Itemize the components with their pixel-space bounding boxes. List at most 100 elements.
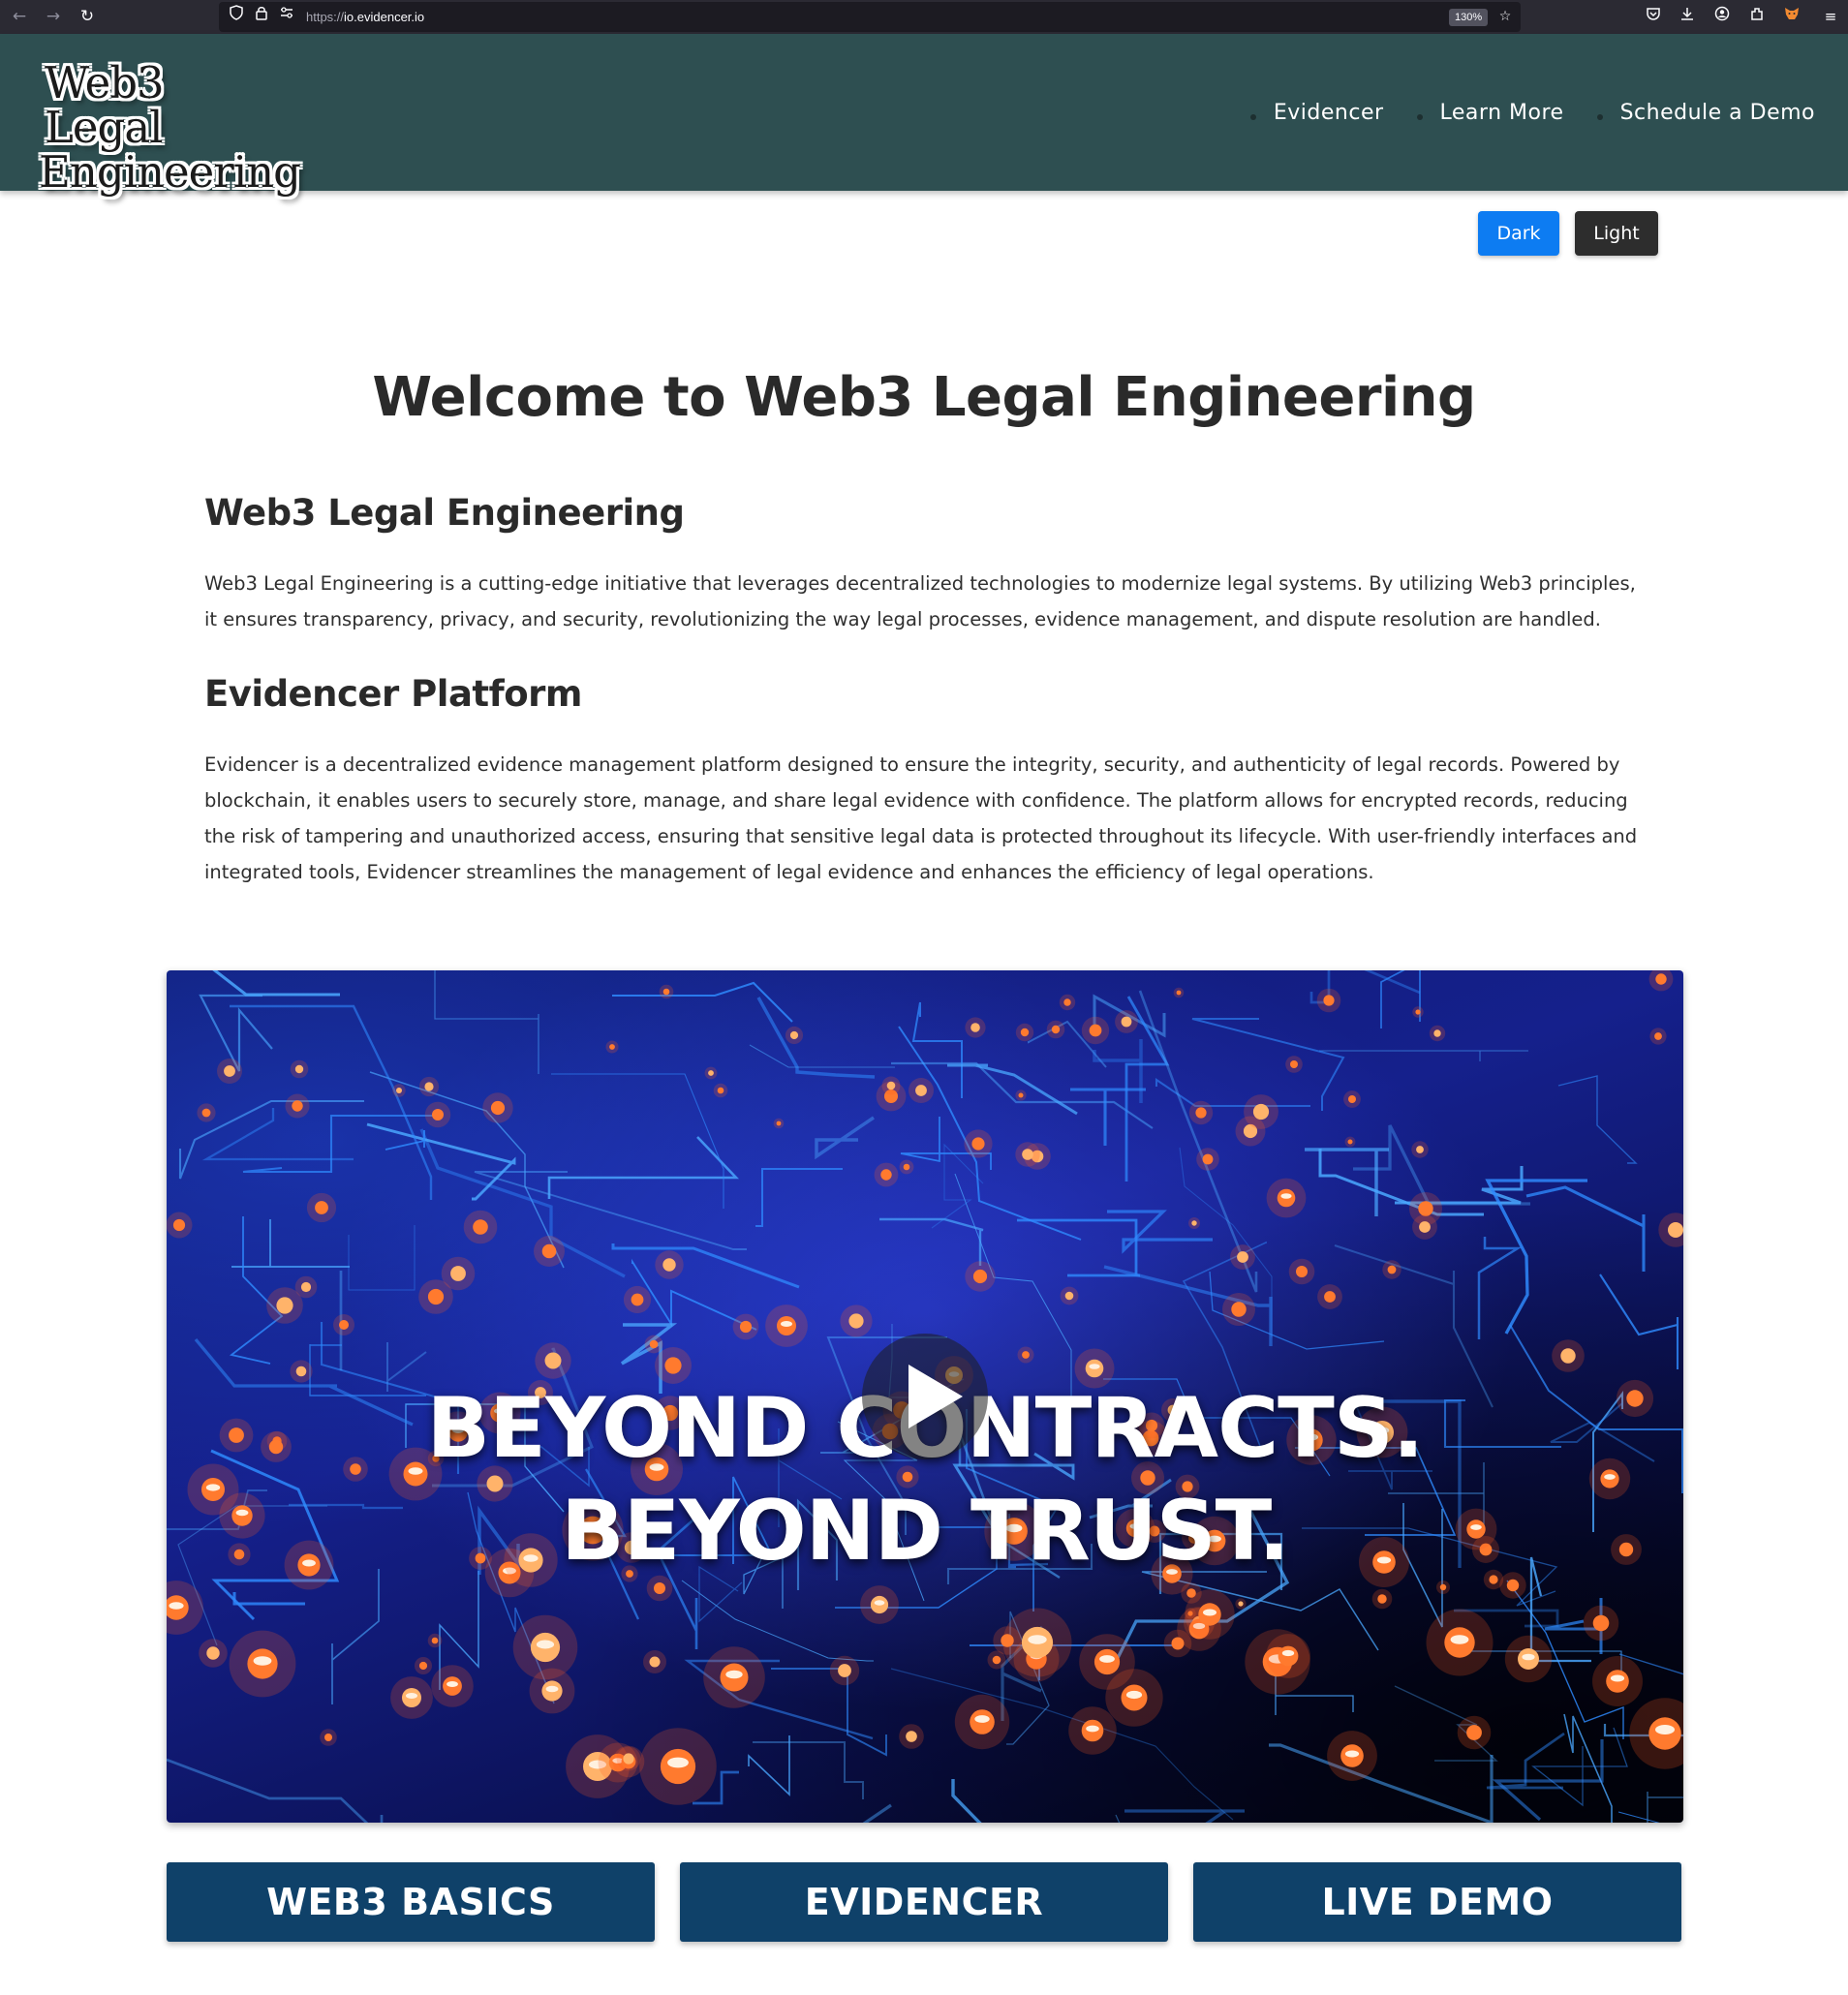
node-light xyxy=(1202,1153,1214,1165)
node-light xyxy=(609,1044,615,1050)
circuit-trace xyxy=(862,1803,892,1823)
address-bar[interactable]: https://io.evidencer.io 130% ☆ xyxy=(219,2,1521,32)
bullet-icon xyxy=(1249,114,1256,120)
node-light xyxy=(664,1357,682,1374)
section-heading-evidencer: Evidencer Platform xyxy=(204,673,582,715)
circuit-trace xyxy=(229,1216,284,1365)
section-body-web3: Web3 Legal Engineering is a cutting-edge… xyxy=(204,572,1636,630)
node-light xyxy=(848,1313,864,1329)
lock-icon[interactable] xyxy=(250,5,273,28)
node-light xyxy=(206,1646,220,1660)
metamask-fox-icon[interactable] xyxy=(1780,5,1803,28)
circuit-trace xyxy=(1107,1210,1213,1254)
node-light xyxy=(1419,1221,1431,1233)
circuit-trace xyxy=(748,1735,790,1796)
node-highlight xyxy=(1089,1364,1100,1369)
node-light xyxy=(1121,1016,1132,1028)
back-icon[interactable]: ← xyxy=(8,5,31,28)
circuit-trace xyxy=(815,1116,875,1160)
node-light xyxy=(541,1243,557,1259)
node-light xyxy=(1089,1024,1102,1037)
node-light xyxy=(1466,1725,1482,1740)
intro-video[interactable]: BEYOND CONTRACTS. BEYOND TRUST. xyxy=(167,970,1683,1823)
site-logo[interactable]: Web3 Legal Engineering xyxy=(39,57,301,195)
node-highlight xyxy=(253,1656,272,1666)
node-light xyxy=(418,1661,428,1671)
node-light xyxy=(1195,1107,1207,1119)
extensions-icon[interactable] xyxy=(1745,5,1769,28)
forward-icon[interactable]: → xyxy=(42,5,65,28)
circuit-trace xyxy=(612,981,793,1023)
light-theme-button[interactable]: Light xyxy=(1575,211,1658,256)
nav-item-evidencer[interactable]: Evidencer xyxy=(1249,101,1384,125)
node-light xyxy=(662,1258,676,1272)
node-light xyxy=(886,1081,896,1090)
zoom-level-badge[interactable]: 130% xyxy=(1449,9,1489,26)
circuit-trace xyxy=(1155,1078,1310,1108)
circuit-trace xyxy=(1647,1792,1683,1823)
node-light xyxy=(1324,1291,1336,1303)
circuit-trace xyxy=(1124,1809,1245,1823)
web3-basics-button[interactable]: WEB3 BASICS xyxy=(167,1862,655,1942)
live-demo-button[interactable]: LIVE DEMO xyxy=(1193,1862,1681,1942)
nav-item-learn-more[interactable]: Learn More xyxy=(1416,101,1564,125)
node-light xyxy=(776,1120,782,1126)
node-light xyxy=(717,1087,724,1094)
reload-icon[interactable]: ↻ xyxy=(76,5,99,28)
node-light xyxy=(1191,1220,1197,1226)
node-light xyxy=(623,1753,634,1765)
circuit-trace xyxy=(756,997,876,1079)
menu-icon[interactable]: ≡ xyxy=(1819,5,1842,28)
dark-theme-button[interactable]: Dark xyxy=(1478,211,1559,256)
node-light xyxy=(1560,1348,1576,1364)
node-light xyxy=(1001,1634,1014,1647)
account-icon[interactable] xyxy=(1710,5,1734,28)
node-light xyxy=(201,1108,211,1118)
node-light xyxy=(1296,1266,1308,1277)
circuit-trace xyxy=(348,1225,416,1291)
node-light xyxy=(1051,1025,1061,1034)
node-light xyxy=(992,1655,1001,1665)
node-highlight xyxy=(1610,1674,1625,1682)
circuit-trace xyxy=(232,1592,305,1606)
node-light xyxy=(294,1064,304,1074)
bookmark-star-icon[interactable]: ☆ xyxy=(1494,5,1517,28)
circuit-trace xyxy=(1531,1727,1628,1807)
node-light xyxy=(1323,995,1335,1006)
node-light xyxy=(1020,1028,1030,1037)
node-highlight xyxy=(1099,1655,1115,1663)
node-light xyxy=(1416,1146,1424,1153)
node-light xyxy=(970,1023,980,1032)
circuit-trace xyxy=(547,1136,740,1199)
url-text[interactable]: https://io.evidencer.io xyxy=(306,2,424,32)
circuit-trace xyxy=(1557,1075,1638,1164)
pocket-icon[interactable] xyxy=(1642,5,1665,28)
circuit-trace xyxy=(231,1219,350,1268)
permissions-icon[interactable] xyxy=(275,5,298,28)
circuit-trace xyxy=(755,1168,843,1227)
evidencer-button[interactable]: EVIDENCER xyxy=(680,1862,1168,1942)
node-highlight xyxy=(545,1685,559,1693)
nav-item-schedule-demo[interactable]: Schedule a Demo xyxy=(1596,101,1815,125)
node-light xyxy=(1231,1302,1247,1317)
video-caption-line-2: BEYOND TRUST. xyxy=(561,1483,1290,1580)
node-highlight xyxy=(1450,1635,1469,1644)
play-icon[interactable] xyxy=(862,1334,988,1459)
node-light xyxy=(1237,1251,1248,1263)
logo-line-1: Web3 Legal xyxy=(45,57,165,153)
node-light xyxy=(906,1731,917,1742)
node-highlight xyxy=(447,1681,458,1687)
main-nav: Evidencer Learn More Schedule a Demo xyxy=(1217,34,1815,191)
node-light xyxy=(1347,1139,1353,1145)
node-highlight xyxy=(1281,1649,1295,1657)
node-light xyxy=(739,1320,753,1334)
node-highlight xyxy=(1028,1635,1047,1644)
node-light xyxy=(662,988,670,996)
shield-icon[interactable] xyxy=(225,5,248,28)
download-icon[interactable] xyxy=(1676,5,1699,28)
node-light xyxy=(708,1070,714,1076)
node-highlight xyxy=(1125,1690,1143,1700)
node-light xyxy=(903,1163,910,1171)
node-light xyxy=(1668,1222,1683,1238)
node-light xyxy=(490,1100,506,1116)
